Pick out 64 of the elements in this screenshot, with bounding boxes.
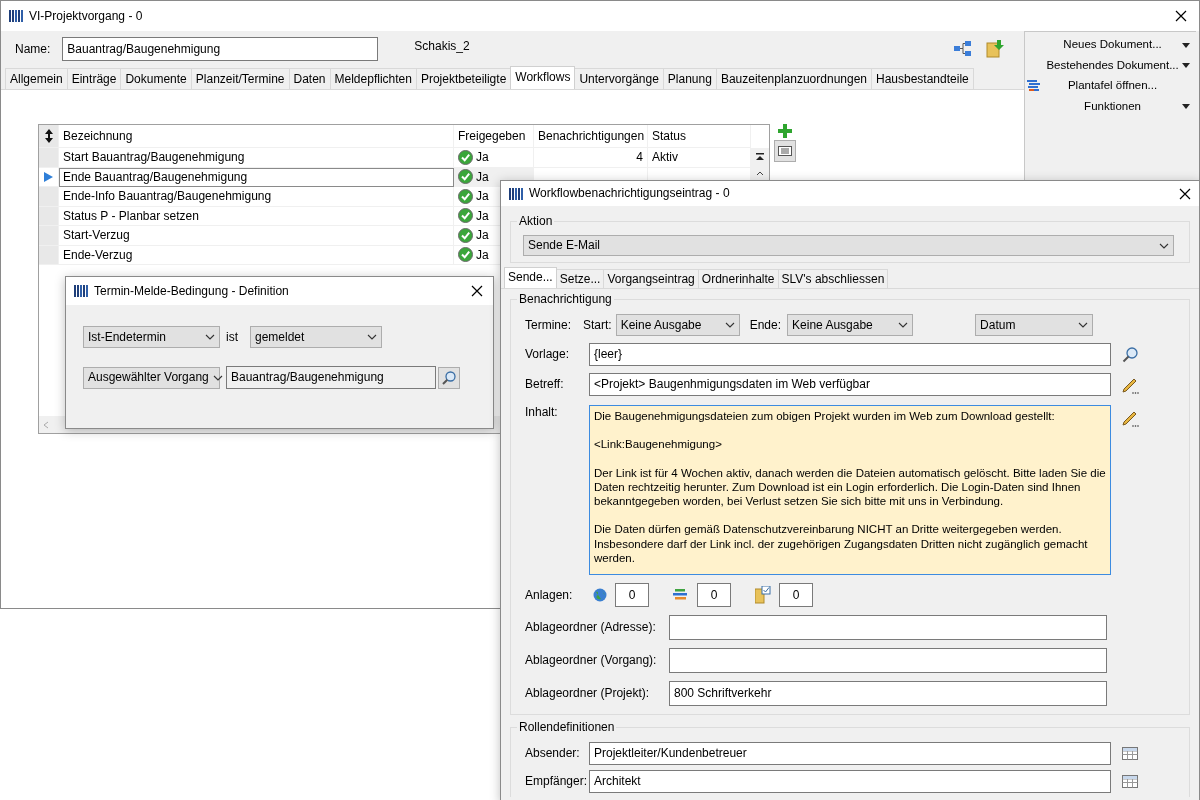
table-cell: Start Bauantrag/Baugenehmigung — [59, 148, 454, 168]
field-label: Start: — [583, 317, 612, 333]
table-cell: Ende Bauantrag/Baugenehmigung — [59, 167, 454, 187]
window-title: VI-Projektvorgang - 0 — [29, 8, 143, 24]
group-label: Benachrichtigung — [517, 292, 614, 307]
field-label: Ablageordner (Adresse): — [525, 620, 657, 635]
user-label: Schakis_2 — [414, 38, 470, 54]
action-select[interactable]: Sende E-Mail — [523, 235, 1174, 256]
folder-field[interactable]: 800 Schriftverkehr — [669, 681, 1107, 706]
menu-item[interactable]: Funktionen — [1025, 96, 1196, 117]
field-label: Ablageordner (Vorgang): — [525, 653, 658, 668]
message-text-area[interactable]: Die Baugenehmigungsdateien zum obigen Projekt wurden im Web zum Download gestellt: <Link:Baugenehmigung> Der Link ist für 4 Wochen aktiv, danach werden die Dateien automatisch gelöscht. Bitte laden Sie die Daten rechtzeitig herunter. Zum Download ist ein Login erforderlich. Die Login-Daten sind Ihnen bekanntgegeben worden, bei Verlust setzen Sie sich bitte mit uns in Verbindung. Die Daten dürfen gemäß Datenschutzvereinbarung NICHT an Dritte weitergegeben werden. Insbesondere darf der Link incl. der zugehörigen Zugangsdaten Dritten nicht zugänglich gemacht werden. — [589, 405, 1111, 575]
tab[interactable]: Hausbestandteile — [871, 67, 974, 89]
subject-field[interactable]: <Projekt> Baugenhmigungsdaten im Web verfügbar — [589, 373, 1111, 396]
tab[interactable]: Vorgangseintrag — [603, 268, 699, 288]
tab[interactable]: SLV's abschliessen — [777, 268, 889, 288]
select-field[interactable]: Keine Ausgabe — [615, 314, 740, 336]
column-header[interactable]: Freigegeben — [454, 125, 534, 148]
field-label: Absender: — [525, 746, 581, 761]
count-field[interactable]: 0 — [615, 583, 649, 607]
table-cell: Ende-Verzug — [59, 245, 454, 265]
menu-item[interactable]: Plantafel öffnen... — [1025, 76, 1196, 97]
table-cell: Ja — [454, 148, 534, 168]
select-field[interactable]: Ausgewählter Vorgang — [83, 366, 220, 389]
name-field[interactable]: Bauantrag/Baugenehmigung — [62, 37, 379, 61]
field-label: Ende: — [749, 317, 782, 333]
tab[interactable]: Untervorgänge — [574, 67, 664, 89]
field-label: Vorlage: — [525, 347, 571, 362]
select-field[interactable]: Datum — [975, 314, 1094, 336]
field-label: Empfänger: — [525, 774, 589, 789]
count-field[interactable]: 0 — [779, 583, 813, 607]
tab[interactable]: Einträge — [66, 67, 122, 89]
count-field[interactable]: 0 — [697, 583, 731, 607]
field-label: Termine: — [525, 317, 572, 333]
table-cell: Start-Verzug — [59, 226, 454, 246]
field-label: Betreff: — [525, 377, 565, 392]
window-title: Termin-Melde-Bedingung - Definition — [94, 283, 289, 299]
menu-item[interactable]: Bestehendes Dokument... — [1025, 55, 1196, 76]
select-field[interactable]: Keine Ausgabe — [787, 314, 914, 336]
name-label: Name: — [15, 41, 51, 57]
field-label: Inhalt: — [525, 405, 559, 420]
connector-label: ist — [226, 329, 238, 345]
table-cell: 4 — [534, 148, 648, 168]
process-field[interactable]: Bauantrag/Baugenehmigung — [226, 366, 436, 389]
tab[interactable]: Workflows — [510, 65, 576, 89]
table-cell: Status P - Planbar setzen — [59, 206, 454, 226]
column-header[interactable]: Status — [648, 125, 751, 148]
tab[interactable]: Planung — [662, 67, 717, 89]
menu-item[interactable]: Neues Dokument... — [1025, 35, 1196, 56]
role-field[interactable]: Projektleiter/Kundenbetreuer — [589, 742, 1111, 765]
column-header[interactable]: Benachrichtigungen — [534, 125, 648, 148]
tab[interactable]: Meldepflichten — [329, 67, 417, 89]
column-header[interactable]: Bezeichnung — [59, 125, 454, 148]
tab[interactable]: Bauzeitenplanzuordnungen — [715, 67, 872, 89]
field-label: Ablageordner (Projekt): — [525, 686, 651, 701]
table-cell: Ende-Info Bauantrag/Baugenehmigung — [59, 187, 454, 207]
field-label: Anlagen: — [525, 587, 574, 603]
role-field[interactable]: Architekt — [589, 770, 1111, 793]
template-field[interactable]: {leer} — [589, 343, 1111, 366]
tab[interactable]: Projektbeteiligte — [415, 67, 512, 89]
select-field[interactable]: Ist-Endetermin — [83, 326, 220, 348]
tab[interactable]: Sende... — [504, 266, 557, 288]
tab[interactable]: Allgemein — [5, 67, 68, 89]
select-field[interactable]: gemeldet — [250, 326, 382, 348]
